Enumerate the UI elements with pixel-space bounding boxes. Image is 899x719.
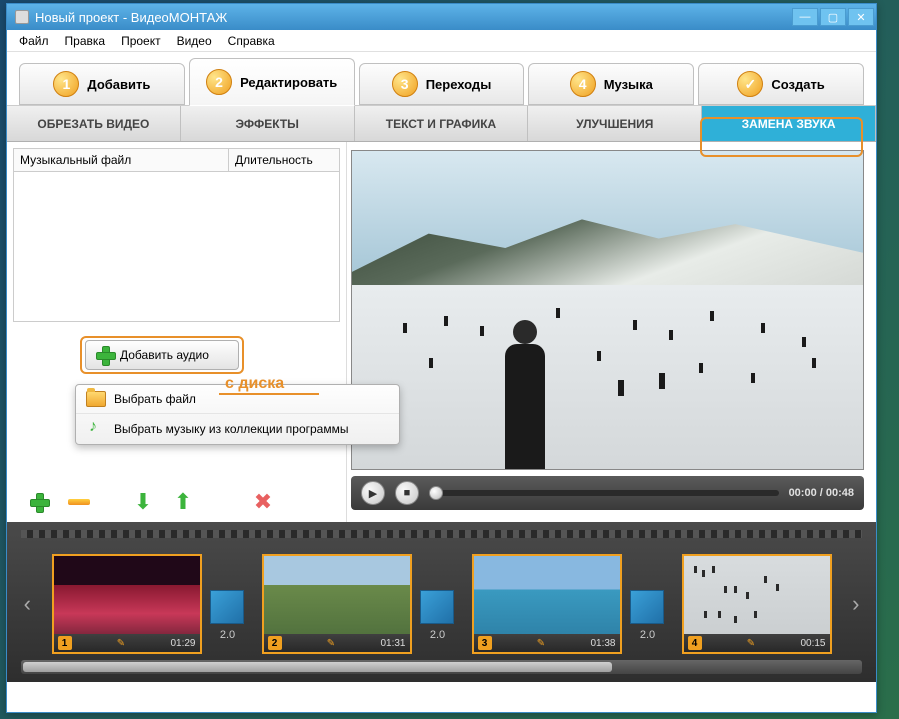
add-icon[interactable] [25, 488, 53, 516]
pencil-icon[interactable]: ✎ [117, 638, 125, 649]
clip-duration: 01:31 [380, 638, 405, 649]
step-add[interactable]: 1Добавить [19, 63, 185, 105]
timeline-clip[interactable]: 2✎01:31 [262, 554, 412, 654]
timeline-next-button[interactable]: › [850, 554, 863, 654]
edit-subtabs: ОБРЕЗАТЬ ВИДЕО ЭФФЕКТЫ ТЕКСТ И ГРАФИКА У… [7, 106, 876, 142]
add-audio-group: Добавить аудио [85, 340, 239, 370]
timeline-scrollbar[interactable] [21, 660, 862, 674]
minimize-button[interactable]: — [792, 8, 818, 26]
music-icon [86, 420, 106, 438]
clip-duration: 00:15 [800, 638, 825, 649]
subtab-text[interactable]: ТЕКСТ И ГРАФИКА [355, 106, 529, 141]
menu-help[interactable]: Справка [220, 32, 283, 50]
audio-toolbar: ⬇ ⬆ ✖ [25, 488, 277, 516]
subtab-trim[interactable]: ОБРЕЗАТЬ ВИДЕО [7, 106, 181, 141]
remove-icon[interactable] [65, 488, 93, 516]
transition-slot[interactable]: 2.0 [420, 590, 454, 624]
pencil-icon[interactable]: ✎ [327, 638, 335, 649]
stop-button[interactable]: ■ [395, 481, 419, 505]
workarea: Музыкальный файл Длительность ⬇ ⬆ ✖ [7, 142, 876, 522]
move-up-icon[interactable]: ⬆ [169, 488, 197, 516]
step-edit[interactable]: 2Редактировать [189, 58, 355, 106]
menu-project[interactable]: Проект [113, 32, 169, 50]
seek-thumb[interactable] [429, 486, 443, 500]
menu-video[interactable]: Видео [169, 32, 220, 50]
time-display: 00:00 / 00:48 [789, 487, 854, 499]
subtab-enhance[interactable]: УЛУЧШЕНИЯ [528, 106, 702, 141]
filelist-header: Музыкальный файл Длительность [13, 148, 340, 172]
dropdown-item-label: Выбрать музыку из коллекции программы [114, 422, 348, 436]
col-duration[interactable]: Длительность [229, 149, 339, 171]
delete-icon[interactable]: ✖ [249, 488, 277, 516]
move-down-icon[interactable]: ⬇ [129, 488, 157, 516]
folder-icon [86, 391, 106, 407]
pencil-icon[interactable]: ✎ [747, 638, 755, 649]
scrollbar-thumb[interactable] [23, 662, 612, 672]
preview-panel: ▶ ■ 00:00 / 00:48 [347, 142, 876, 522]
timeline-clip[interactable]: 1✎01:29 [52, 554, 202, 654]
app-window: Новый проект - ВидеоМОНТАЖ — ▢ ✕ Файл Пр… [6, 3, 877, 713]
app-icon [15, 10, 29, 24]
add-audio-label: Добавить аудио [120, 348, 209, 362]
dropdown-item-label: Выбрать файл [114, 392, 196, 406]
timeline: ‹ 1✎01:29 2.0 2✎01:31 2.0 3✎01:38 2.0 [7, 522, 876, 682]
window-title: Новый проект - ВидеоМОНТАЖ [35, 10, 227, 25]
film-perforation [21, 530, 862, 538]
plus-icon [96, 346, 114, 364]
video-preview[interactable] [351, 150, 864, 470]
dropdown-select-library[interactable]: Выбрать музыку из коллекции программы [76, 414, 399, 444]
timeline-prev-button[interactable]: ‹ [21, 554, 34, 654]
step-transitions[interactable]: 3Переходы [359, 63, 525, 105]
col-music-file[interactable]: Музыкальный файл [14, 149, 229, 171]
clip-duration: 01:29 [170, 638, 195, 649]
player-controls: ▶ ■ 00:00 / 00:48 [351, 476, 864, 510]
clip-duration: 01:38 [590, 638, 615, 649]
maximize-button[interactable]: ▢ [820, 8, 846, 26]
annotation-text: с диска [225, 375, 284, 393]
close-button[interactable]: ✕ [848, 8, 874, 26]
add-audio-button[interactable]: Добавить аудио [85, 340, 239, 370]
filelist-body[interactable] [13, 172, 340, 322]
play-button[interactable]: ▶ [361, 481, 385, 505]
step-music[interactable]: 4Музыка [528, 63, 694, 105]
menu-edit[interactable]: Правка [57, 32, 114, 50]
seek-track[interactable] [429, 490, 779, 496]
subtab-effects[interactable]: ЭФФЕКТЫ [181, 106, 355, 141]
menu-file[interactable]: Файл [11, 32, 57, 50]
audio-panel: Музыкальный файл Длительность ⬇ ⬆ ✖ [7, 142, 347, 522]
timeline-clip[interactable]: 4✎00:15 [682, 554, 832, 654]
pencil-icon[interactable]: ✎ [537, 638, 545, 649]
wizard-steps: 1Добавить 2Редактировать 3Переходы 4Музы… [7, 52, 876, 106]
transition-slot[interactable]: 2.0 [630, 590, 664, 624]
annotation-line [219, 393, 319, 395]
subtab-audio-replace[interactable]: ЗАМЕНА ЗВУКА [702, 106, 876, 141]
menubar: Файл Правка Проект Видео Справка [7, 30, 876, 52]
step-create[interactable]: ✓Создать [698, 63, 864, 105]
transition-slot[interactable]: 2.0 [210, 590, 244, 624]
titlebar: Новый проект - ВидеоМОНТАЖ — ▢ ✕ [7, 4, 876, 30]
timeline-clip[interactable]: 3✎01:38 [472, 554, 622, 654]
